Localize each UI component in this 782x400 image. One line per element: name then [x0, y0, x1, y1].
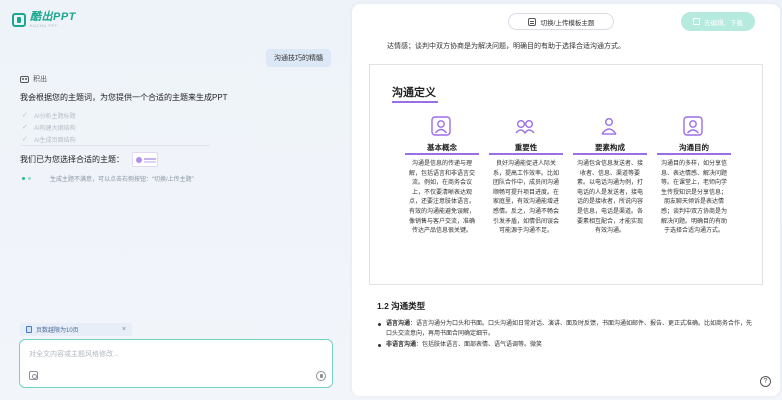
- help-icon[interactable]: ?: [760, 376, 771, 387]
- step-item: ✓ AI生成页面结构: [22, 136, 76, 144]
- section-heading: 1.2 沟通类型: [377, 301, 426, 311]
- bullet-list: 语言沟通：语言沟通分为口头和书面。口头沟通如日常对话、演讲、面及时反馈，书面沟通…: [378, 319, 758, 351]
- concept-body: 沟通是信息的传递与理解，包括语言和非语言交流。例如，在商务会议上，不仅要清晰表达…: [408, 161, 475, 235]
- attachment-chip: 页数越限为10页 ×: [20, 323, 132, 336]
- swap-icon: [527, 17, 536, 26]
- step-item: ✓ AI分析主题标题: [22, 112, 76, 120]
- people-icon: [514, 115, 536, 137]
- logo-subtitle: KUCHU PPT: [30, 23, 58, 28]
- logo-title: 酷出PPT: [30, 11, 76, 23]
- image-icon[interactable]: [29, 371, 38, 380]
- document-icon: [26, 326, 32, 333]
- send-icon[interactable]: [316, 371, 326, 381]
- bullet-item: 语言沟通：语言沟通分为口头和书面。口头沟通如日常对话、演讲、面及时反馈，书面沟通…: [378, 319, 758, 339]
- assistant-header: 积出: [20, 74, 47, 84]
- divider: [20, 145, 210, 146]
- check-icon: ✓: [22, 124, 28, 131]
- theme-thumbnail[interactable]: [132, 152, 158, 167]
- bullet-text: ：包括肢体语言、面部表情、语气语调等。微笑: [416, 342, 543, 348]
- bullet-term: 语言沟通: [386, 321, 411, 327]
- concept-bar: [489, 153, 563, 155]
- check-icon: ✓: [22, 136, 28, 143]
- preview-top-text: 达情感；谈判中双方协商是为解决问题，明确目的有助于选择合适沟通方式。: [387, 43, 625, 50]
- theme-chosen-text: 我们已为您选择合适的主题：: [20, 155, 124, 164]
- check-icon: ✓: [22, 112, 28, 119]
- concept-title: 要素构成: [595, 143, 625, 152]
- concept-bar: [573, 153, 647, 155]
- loading-text: 生成主题不满意，可以点击右侧按钮：“切换/上传主题”: [50, 177, 194, 183]
- close-icon[interactable]: ×: [122, 326, 126, 333]
- team-icon: [598, 115, 620, 137]
- concept-title: 基本概念: [427, 143, 457, 152]
- concept-body: 沟通包含信息发送者、接收者、信息、渠道等要素。以电话沟通为例，打电话的人是发送者…: [576, 161, 643, 235]
- concept-bar: [657, 153, 731, 155]
- attachment-label: 页数越限为10页: [36, 328, 79, 334]
- assistant-name: 积出: [33, 76, 47, 83]
- logo-icon: [12, 13, 26, 27]
- edit-download-button[interactable]: 去编辑、下载: [681, 12, 755, 31]
- theme-chosen-row: 我们已为您选择合适的主题：: [20, 152, 158, 167]
- loading-row: 生成主题不满意，可以点击右侧按钮：“切换/上传主题”: [22, 174, 194, 183]
- title-underline: [392, 101, 438, 103]
- loading-indicator: [22, 177, 38, 180]
- assistant-intro: 我会根据您的主题词，为您提供一个合适的主题来生成PPT: [20, 93, 228, 102]
- concept-body: 良好沟通能促进人际关系，提高工作效率。比如团队合作中，成员间沟通顺畅可提升项目进…: [492, 161, 559, 235]
- concept-body: 沟通目的多样，如分享信息、表达情感、解决问题等。在课堂上，老师向学生传授知识是分…: [660, 161, 727, 235]
- progress-steps: ✓ AI分析主题标题 ✓ AI构建大纲结构 ✓ AI生成页面结构: [22, 109, 76, 145]
- chat-panel: 酷出PPT KUCHU PPT 沟通技巧的精髓 积出 我会根据您的主题词，为您提…: [0, 0, 345, 400]
- app-logo[interactable]: 酷出PPT KUCHU PPT: [12, 12, 76, 28]
- step-item: ✓ AI构建大纲结构: [22, 124, 76, 132]
- concept-title: 重要性: [514, 143, 538, 152]
- bullet-text: ：语言沟通分为口头和书面。口头沟通如日常对话、演讲、面及时反馈，书面沟通如邮件、…: [386, 321, 753, 337]
- robot-icon: [20, 75, 29, 83]
- download-icon: [693, 18, 700, 25]
- chat-input-box[interactable]: 对全文内容或主题风格修改...: [19, 339, 333, 388]
- target-icon: [682, 115, 704, 137]
- person-icon: [430, 115, 452, 137]
- bullet-item: 非语言沟通：包括肢体语言、面部表情、语气语调等。微笑: [378, 340, 758, 350]
- document-preview: 切换/上传模板主题 去编辑、下载 达情感；谈判中双方协商是为解决问题，明确目的有…: [352, 4, 780, 396]
- concept-columns: 基本概念 沟通是信息的传递与理解，包括语言和非语言交流。例如，在商务会议上，不仅…: [405, 115, 735, 280]
- slide-card[interactable]: 沟通定义 基本概念 沟通是信息的传递与理解，包括语言和非语言交流。例如，在商务会…: [369, 64, 763, 285]
- concept-title: 沟通目的: [679, 143, 709, 152]
- chat-input-placeholder[interactable]: 对全文内容或主题风格修改...: [29, 349, 119, 359]
- concept-bar: [405, 153, 479, 155]
- bullet-term: 非语言沟通: [386, 342, 417, 348]
- slide-title: 沟通定义: [392, 87, 436, 99]
- switch-theme-button[interactable]: 切换/上传模板主题: [508, 13, 614, 30]
- user-message: 沟通技巧的精髓: [266, 49, 331, 67]
